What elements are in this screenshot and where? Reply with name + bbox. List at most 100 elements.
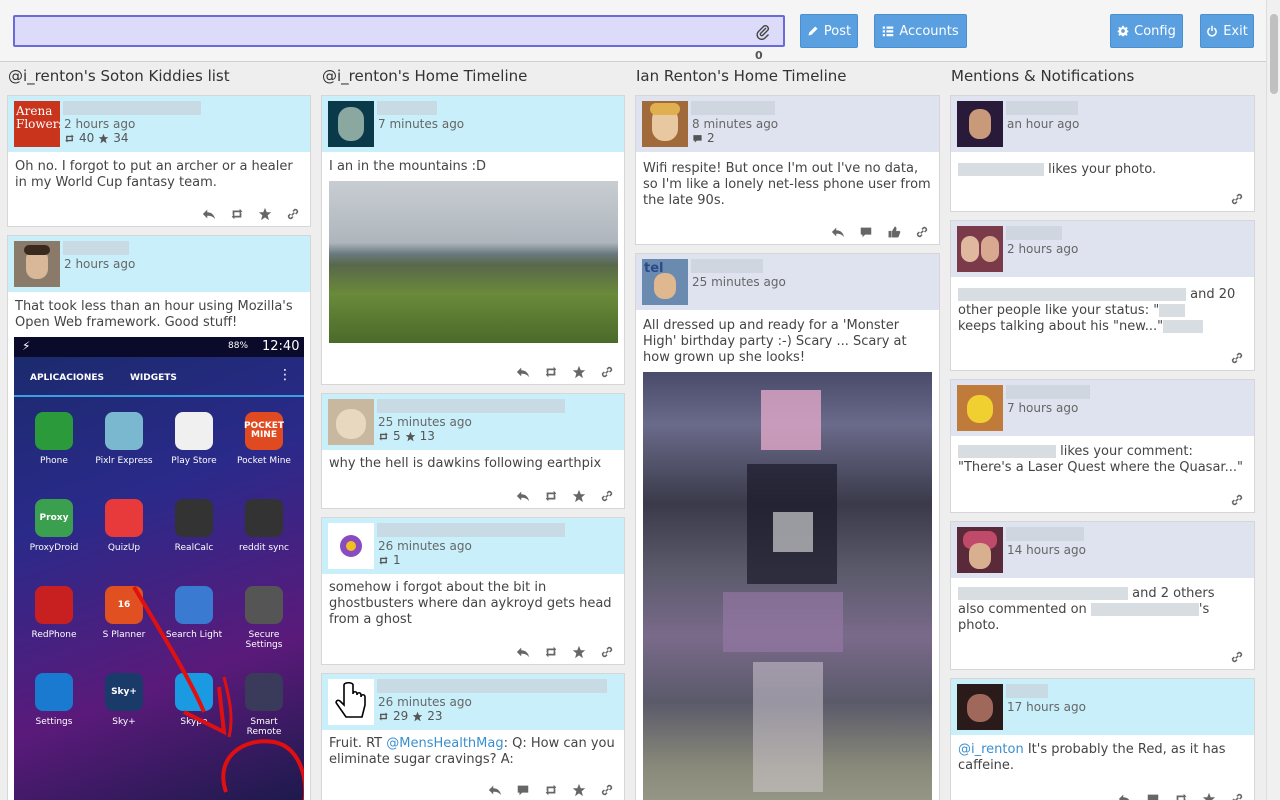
username-blurred[interactable] <box>63 241 129 255</box>
pixelated-photo-image[interactable] <box>643 372 932 800</box>
retweet-icon[interactable] <box>544 364 558 378</box>
username-blurred[interactable] <box>1006 527 1084 541</box>
timestamp[interactable]: an hour ago <box>1007 117 1079 131</box>
star-icon[interactable] <box>1202 791 1216 800</box>
paperclip-icon[interactable] <box>755 24 771 40</box>
mention-link[interactable]: @MensHealthMag <box>386 736 503 751</box>
star-icon[interactable] <box>572 782 586 796</box>
scrollbar-thumb[interactable] <box>1270 14 1278 94</box>
username-blurred[interactable] <box>1006 684 1048 698</box>
retweet-icon[interactable] <box>1174 791 1188 800</box>
tweet-stats: 40 34 <box>64 131 129 145</box>
link-icon[interactable] <box>1230 191 1244 205</box>
retweet-icon <box>378 711 389 722</box>
username-blurred[interactable] <box>1006 226 1062 240</box>
retweet-icon[interactable] <box>544 782 558 796</box>
link-icon[interactable] <box>600 644 614 658</box>
timestamp[interactable]: 2 hours ago <box>1007 242 1078 256</box>
timestamp[interactable]: 7 minutes ago <box>378 117 464 131</box>
name-blurred[interactable] <box>1090 603 1199 616</box>
comment-icon[interactable] <box>516 782 530 796</box>
star-icon[interactable] <box>572 364 586 378</box>
link-icon[interactable] <box>600 782 614 796</box>
mountain-photo-image[interactable] <box>329 181 618 343</box>
link-icon[interactable] <box>1230 791 1244 800</box>
name-blurred[interactable] <box>958 163 1044 176</box>
timestamp[interactable]: 17 hours ago <box>1007 700 1086 714</box>
username-blurred[interactable] <box>1006 101 1078 115</box>
names-blurred[interactable] <box>958 288 1186 301</box>
config-button[interactable]: Config <box>1110 14 1183 48</box>
reply-icon[interactable] <box>488 782 502 796</box>
link-icon[interactable] <box>286 206 300 220</box>
notification-line: and 20 <box>958 287 1250 303</box>
link-icon[interactable] <box>600 364 614 378</box>
reply-icon[interactable] <box>516 488 530 502</box>
reply-icon[interactable] <box>202 206 216 220</box>
link-icon[interactable] <box>1230 492 1244 506</box>
link-icon[interactable] <box>1230 649 1244 663</box>
avatar[interactable] <box>957 101 1003 147</box>
avatar[interactable] <box>328 101 374 147</box>
timestamp[interactable]: 26 minutes ago <box>378 539 472 553</box>
avatar[interactable] <box>642 101 688 147</box>
star-icon[interactable] <box>258 206 272 220</box>
mention-link[interactable]: @i_renton <box>958 742 1024 757</box>
username-blurred[interactable] <box>1006 385 1090 399</box>
reply-icon[interactable] <box>516 364 530 378</box>
comment-icon[interactable] <box>1146 791 1160 800</box>
post-button-label: Post <box>823 23 852 39</box>
avatar[interactable] <box>957 527 1003 573</box>
notification-message: other people like your status: " <box>958 303 1160 318</box>
status-input[interactable] <box>13 15 785 47</box>
link-icon[interactable] <box>600 488 614 502</box>
star-icon[interactable] <box>572 644 586 658</box>
timestamp[interactable]: 25 minutes ago <box>378 415 472 429</box>
reply-icon[interactable] <box>831 224 845 238</box>
retweet-count: 5 <box>393 429 401 443</box>
username-blurred[interactable] <box>63 101 201 115</box>
timestamp[interactable]: 2 hours ago <box>64 117 135 131</box>
username-blurred[interactable] <box>691 259 763 273</box>
avatar[interactable]: Arena Flowers <box>14 101 60 147</box>
avatar[interactable] <box>328 399 374 445</box>
timestamp[interactable]: 2 hours ago <box>64 257 135 271</box>
username-blurred[interactable] <box>377 399 565 413</box>
name-blurred[interactable] <box>958 445 1056 458</box>
reply-icon[interactable] <box>1118 791 1132 800</box>
retweet-icon[interactable] <box>544 644 558 658</box>
timestamp[interactable]: 26 minutes ago <box>378 695 472 709</box>
post-button[interactable]: Post <box>800 14 858 48</box>
link-icon[interactable] <box>1230 350 1244 364</box>
link-icon[interactable] <box>915 224 929 238</box>
avatar[interactable] <box>328 679 374 725</box>
username-blurred[interactable] <box>377 523 565 537</box>
comment-icon[interactable] <box>859 224 873 238</box>
timestamp[interactable]: 7 hours ago <box>1007 401 1078 415</box>
phone-screenshot-image[interactable]: ⚡ 88% 12:40 APLICACIONES WIDGETS ⋮ Phone… <box>14 337 304 800</box>
avatar[interactable] <box>957 385 1003 431</box>
avatar[interactable] <box>328 523 374 569</box>
avatar[interactable] <box>957 226 1003 272</box>
retweet-icon[interactable] <box>544 488 558 502</box>
timestamp[interactable]: 8 minutes ago <box>692 117 778 131</box>
favorite-count: 13 <box>419 429 435 443</box>
timestamp[interactable]: 25 minutes ago <box>692 275 786 289</box>
avatar[interactable] <box>957 684 1003 730</box>
avatar[interactable] <box>14 241 60 287</box>
retweet-icon[interactable] <box>230 206 244 220</box>
accounts-button[interactable]: Accounts <box>874 14 967 48</box>
exit-button[interactable]: Exit <box>1200 14 1254 48</box>
name-blurred[interactable] <box>958 587 1128 600</box>
thumbs-up-icon[interactable] <box>887 224 901 238</box>
username-blurred[interactable] <box>377 679 607 693</box>
page-scrollbar[interactable] <box>1266 0 1280 800</box>
notification-message: keeps talking about his "new..." <box>958 319 1164 334</box>
star-icon[interactable] <box>572 488 586 502</box>
username-blurred[interactable] <box>691 101 775 115</box>
timestamp[interactable]: 14 hours ago <box>1007 543 1086 557</box>
reply-icon[interactable] <box>516 644 530 658</box>
username-blurred[interactable] <box>377 101 437 115</box>
top-toolbar: 0 Post Accounts Config Exit <box>0 0 1280 62</box>
avatar[interactable]: tel <box>642 259 688 305</box>
